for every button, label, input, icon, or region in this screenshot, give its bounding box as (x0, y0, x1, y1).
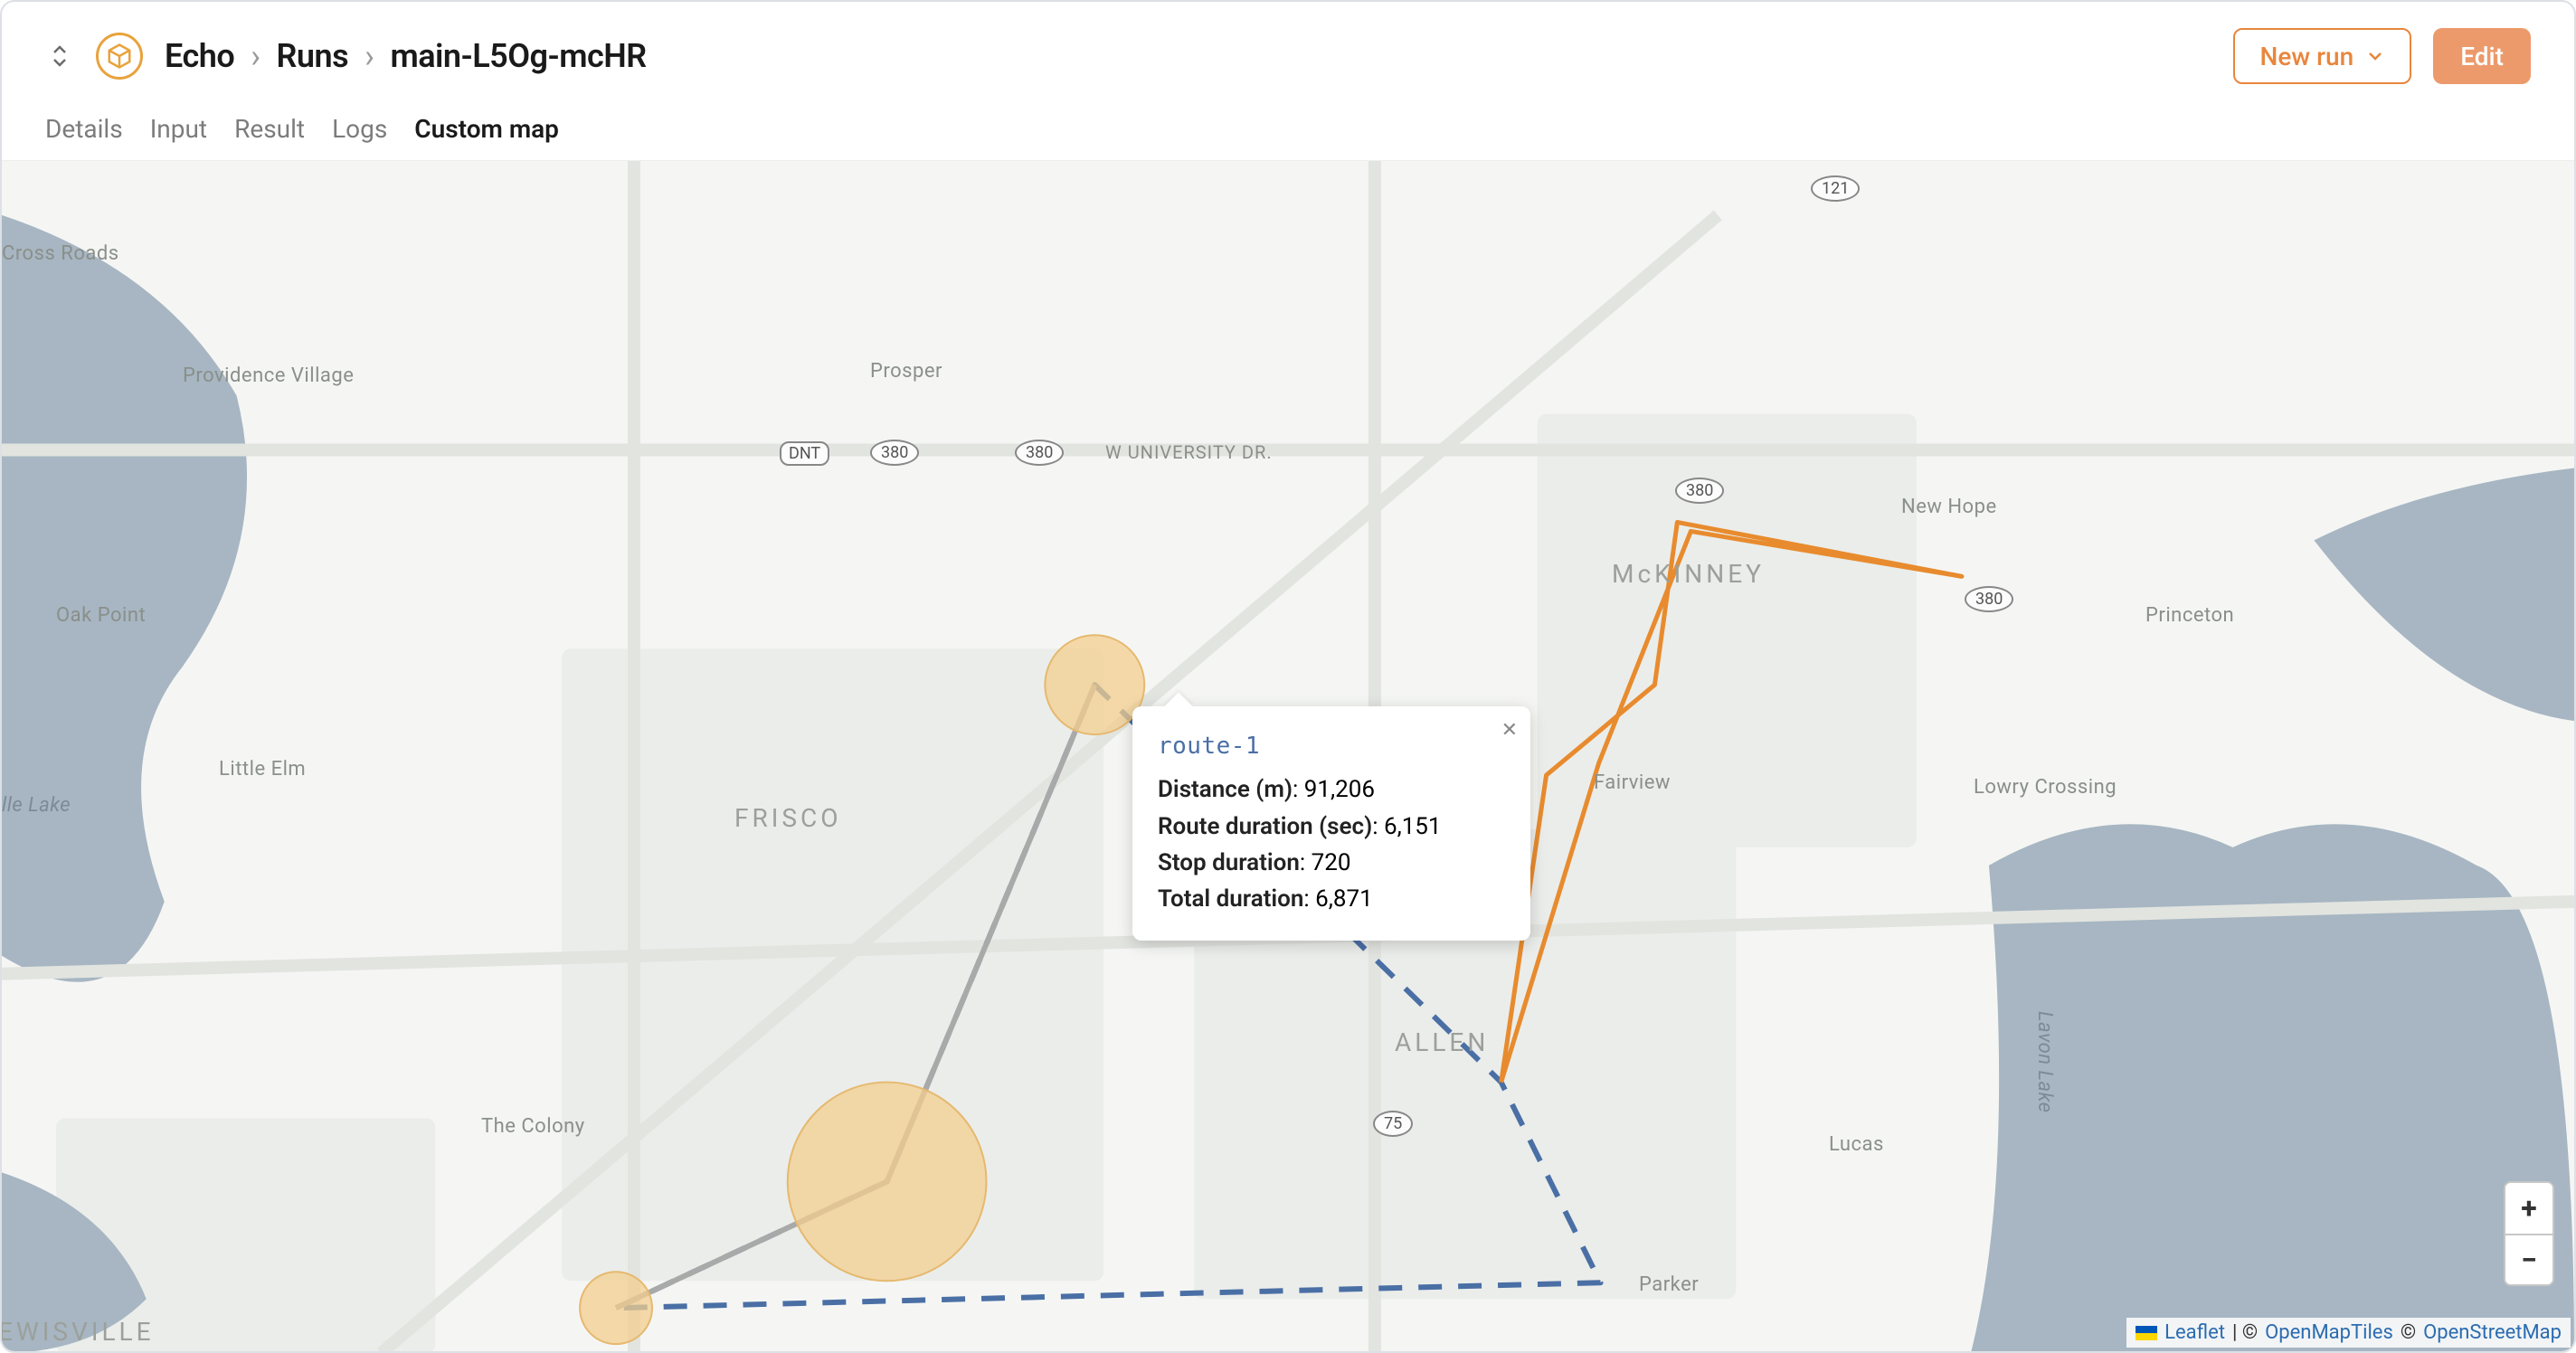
zoom-out-button[interactable]: − (2505, 1234, 2552, 1284)
ukraine-flag-icon (2136, 1326, 2157, 1340)
leaflet-link[interactable]: Leaflet (2164, 1321, 2225, 1344)
tab-result[interactable]: Result (234, 114, 305, 144)
zoom-in-button[interactable]: + (2505, 1183, 2552, 1234)
chevron-down-icon (2366, 47, 2384, 65)
breadcrumb: Echo › Runs › main-L5Og-mcHR (165, 37, 647, 75)
header: Echo › Runs › main-L5Og-mcHR New run Edi… (2, 2, 2574, 92)
openmaptiles-link[interactable]: OpenMapTiles (2265, 1321, 2393, 1344)
edit-button[interactable]: Edit (2433, 28, 2531, 84)
popup-row-distance: Distance (m): 91,206 (1158, 771, 1505, 808)
app-root: Echo › Runs › main-L5Og-mcHR New run Edi… (0, 0, 2576, 1353)
tab-custom-map[interactable]: Custom map (414, 114, 559, 144)
breadcrumb-app[interactable]: Echo (165, 37, 234, 75)
chevron-right-icon: › (251, 37, 260, 75)
breadcrumb-section[interactable]: Runs (277, 37, 349, 75)
tabs: Details Input Result Logs Custom map (2, 92, 2574, 161)
map-area[interactable]: Providence Village Cross Roads Oak Point… (2, 161, 2574, 1351)
tab-logs[interactable]: Logs (332, 114, 387, 144)
tab-details[interactable]: Details (45, 114, 123, 144)
route-popup: ✕ route-1 Distance (m): 91,206 Route dur… (1132, 706, 1530, 941)
popup-row-stop-duration: Stop duration: 720 (1158, 845, 1505, 881)
edit-label: Edit (2460, 42, 2504, 71)
popup-close-icon[interactable]: ✕ (1501, 715, 1518, 746)
map-attribution: Leaflet | © OpenMapTiles © OpenStreetMap (2126, 1318, 2571, 1348)
zoom-control: + − (2504, 1181, 2554, 1286)
new-run-button[interactable]: New run (2233, 28, 2412, 84)
popup-row-route-duration: Route duration (sec): 6,151 (1158, 809, 1505, 845)
osm-link[interactable]: OpenStreetMap (2423, 1321, 2562, 1344)
breadcrumb-item: main-L5Og-mcHR (390, 37, 646, 75)
new-run-label: New run (2260, 42, 2354, 71)
collapse-toggle[interactable] (45, 42, 74, 71)
app-cube-icon (96, 33, 143, 80)
chevron-right-icon: › (365, 37, 374, 75)
tab-input[interactable]: Input (150, 114, 207, 144)
popup-row-total-duration: Total duration: 6,871 (1158, 881, 1505, 917)
popup-title: route-1 (1158, 728, 1505, 764)
